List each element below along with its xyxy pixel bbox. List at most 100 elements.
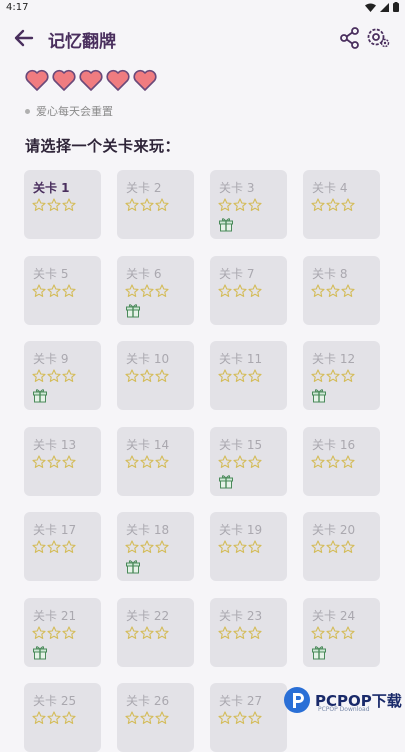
- level-stars: [32, 197, 76, 211]
- level-card[interactable]: 关卡 24: [303, 597, 380, 667]
- level-label: 关卡 11: [219, 352, 263, 366]
- level-card[interactable]: 关卡 20: [303, 512, 380, 581]
- star-outline-icon: [140, 454, 154, 468]
- level-card[interactable]: 关卡 8: [303, 255, 380, 325]
- star-outline-icon: [47, 625, 61, 639]
- star-outline-icon: [218, 625, 232, 639]
- heart-icon: [25, 68, 49, 96]
- level-card[interactable]: 关卡 16: [303, 426, 380, 496]
- level-card[interactable]: 关卡 19: [210, 512, 287, 581]
- level-label: 关卡 14: [126, 437, 170, 452]
- star-outline-icon: [326, 539, 340, 553]
- star-outline-icon: [47, 197, 61, 211]
- star-outline-icon: [62, 710, 76, 724]
- star-outline-icon: [140, 710, 154, 724]
- star-outline-icon: [32, 710, 46, 724]
- star-outline-icon: [341, 625, 355, 639]
- level-stars: [32, 539, 76, 553]
- star-outline-icon: [218, 539, 232, 553]
- level-stars: [311, 283, 355, 297]
- level-card[interactable]: 关卡 15: [210, 426, 287, 496]
- heart-icon: [106, 68, 130, 96]
- level-card[interactable]: 关卡 12: [303, 341, 380, 410]
- level-card[interactable]: 关卡 22: [117, 597, 194, 667]
- hearts-reset-text: 爱心每天会重置: [36, 105, 113, 118]
- level-stars: [311, 197, 355, 211]
- star-outline-icon: [311, 539, 325, 553]
- page-title: 记忆翻牌: [48, 32, 116, 52]
- level-stars: [311, 625, 355, 639]
- level-card[interactable]: 关卡 5: [24, 255, 101, 325]
- level-label: 关卡 13: [33, 437, 77, 452]
- level-card[interactable]: 关卡 10: [117, 341, 194, 410]
- star-outline-icon: [341, 368, 355, 382]
- level-card[interactable]: 关卡 3: [210, 170, 287, 239]
- level-card[interactable]: 关卡 18: [117, 512, 194, 581]
- level-card[interactable]: 关卡 14: [117, 426, 194, 496]
- star-outline-icon: [155, 539, 169, 553]
- star-outline-icon: [125, 283, 139, 297]
- level-card[interactable]: 关卡 7: [210, 255, 287, 325]
- level-label: 关卡 7: [219, 266, 255, 281]
- gift-icon: [32, 644, 48, 660]
- level-card[interactable]: 关卡 4: [303, 170, 380, 239]
- level-stars: [311, 368, 355, 382]
- level-card[interactable]: 关卡 13: [24, 426, 101, 496]
- star-outline-icon: [311, 454, 325, 468]
- level-stars: [125, 283, 169, 297]
- level-stars: [218, 283, 262, 297]
- gift-icon: [218, 216, 234, 232]
- level-stars: [218, 454, 262, 468]
- star-outline-icon: [155, 454, 169, 468]
- level-label: 关卡 21: [33, 608, 77, 623]
- gift-icon: [125, 558, 141, 574]
- level-card[interactable]: 关卡 23: [210, 597, 287, 667]
- level-card[interactable]: 关卡 9: [24, 341, 101, 410]
- star-outline-icon: [140, 197, 154, 211]
- level-label: 关卡 17: [33, 523, 77, 537]
- wifi-icon: [365, 3, 376, 12]
- watermark-subtext: PCPOP Download: [318, 706, 370, 713]
- bullet-dot: [25, 108, 30, 114]
- level-label: 关卡 5: [33, 266, 69, 281]
- status-bar: 4:17: [0, 0, 405, 16]
- star-outline-icon: [32, 454, 46, 468]
- level-card[interactable]: 关卡 2: [117, 170, 194, 239]
- level-card[interactable]: 关卡 21: [24, 597, 101, 667]
- level-label: 关卡 18: [126, 523, 170, 537]
- level-stars: [32, 368, 76, 382]
- battery-icon: [393, 2, 399, 12]
- level-label: 关卡 16: [312, 437, 356, 452]
- star-outline-icon: [140, 368, 154, 382]
- star-outline-icon: [341, 454, 355, 468]
- level-card[interactable]: 关卡 6: [117, 255, 194, 325]
- level-stars: [32, 283, 76, 297]
- level-card[interactable]: 关卡 1: [24, 170, 101, 239]
- level-card[interactable]: 关卡 17: [24, 512, 101, 581]
- star-outline-icon: [62, 283, 76, 297]
- star-outline-icon: [155, 368, 169, 382]
- level-label: 关卡 19: [219, 523, 263, 537]
- gift-icon: [311, 644, 327, 660]
- star-outline-icon: [47, 368, 61, 382]
- level-stars: [218, 197, 262, 211]
- star-outline-icon: [32, 283, 46, 297]
- level-label: 关卡 22: [126, 608, 170, 623]
- level-card[interactable]: 关卡 25: [24, 683, 101, 752]
- hearts-reset-note: 爱心每天会重置: [25, 103, 113, 119]
- star-outline-icon: [311, 197, 325, 211]
- level-card[interactable]: 关卡 11: [210, 341, 287, 410]
- back-arrow-icon[interactable]: [12, 27, 34, 49]
- level-label: 关卡 20: [312, 523, 356, 537]
- settings-gear-icon[interactable]: [365, 26, 391, 50]
- level-label: 关卡 10: [126, 352, 170, 366]
- level-card[interactable]: 关卡 27: [210, 683, 287, 752]
- star-outline-icon: [62, 197, 76, 211]
- star-outline-icon: [248, 197, 262, 211]
- level-label: 关卡 15: [219, 437, 263, 452]
- star-outline-icon: [125, 368, 139, 382]
- level-label: 关卡 6: [126, 266, 162, 281]
- share-icon[interactable]: [339, 26, 361, 50]
- level-card[interactable]: 关卡 26: [117, 683, 194, 752]
- star-outline-icon: [248, 368, 262, 382]
